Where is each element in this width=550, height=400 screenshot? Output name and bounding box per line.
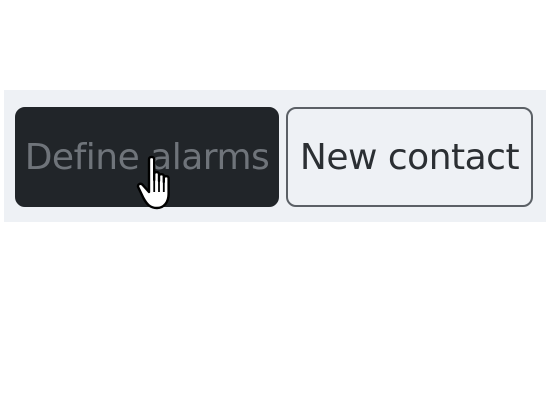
new-contact-button[interactable]: New contact — [286, 107, 533, 207]
button-toolbar: Define alarms New contact — [4, 90, 546, 222]
define-alarms-button[interactable]: Define alarms — [15, 107, 279, 207]
